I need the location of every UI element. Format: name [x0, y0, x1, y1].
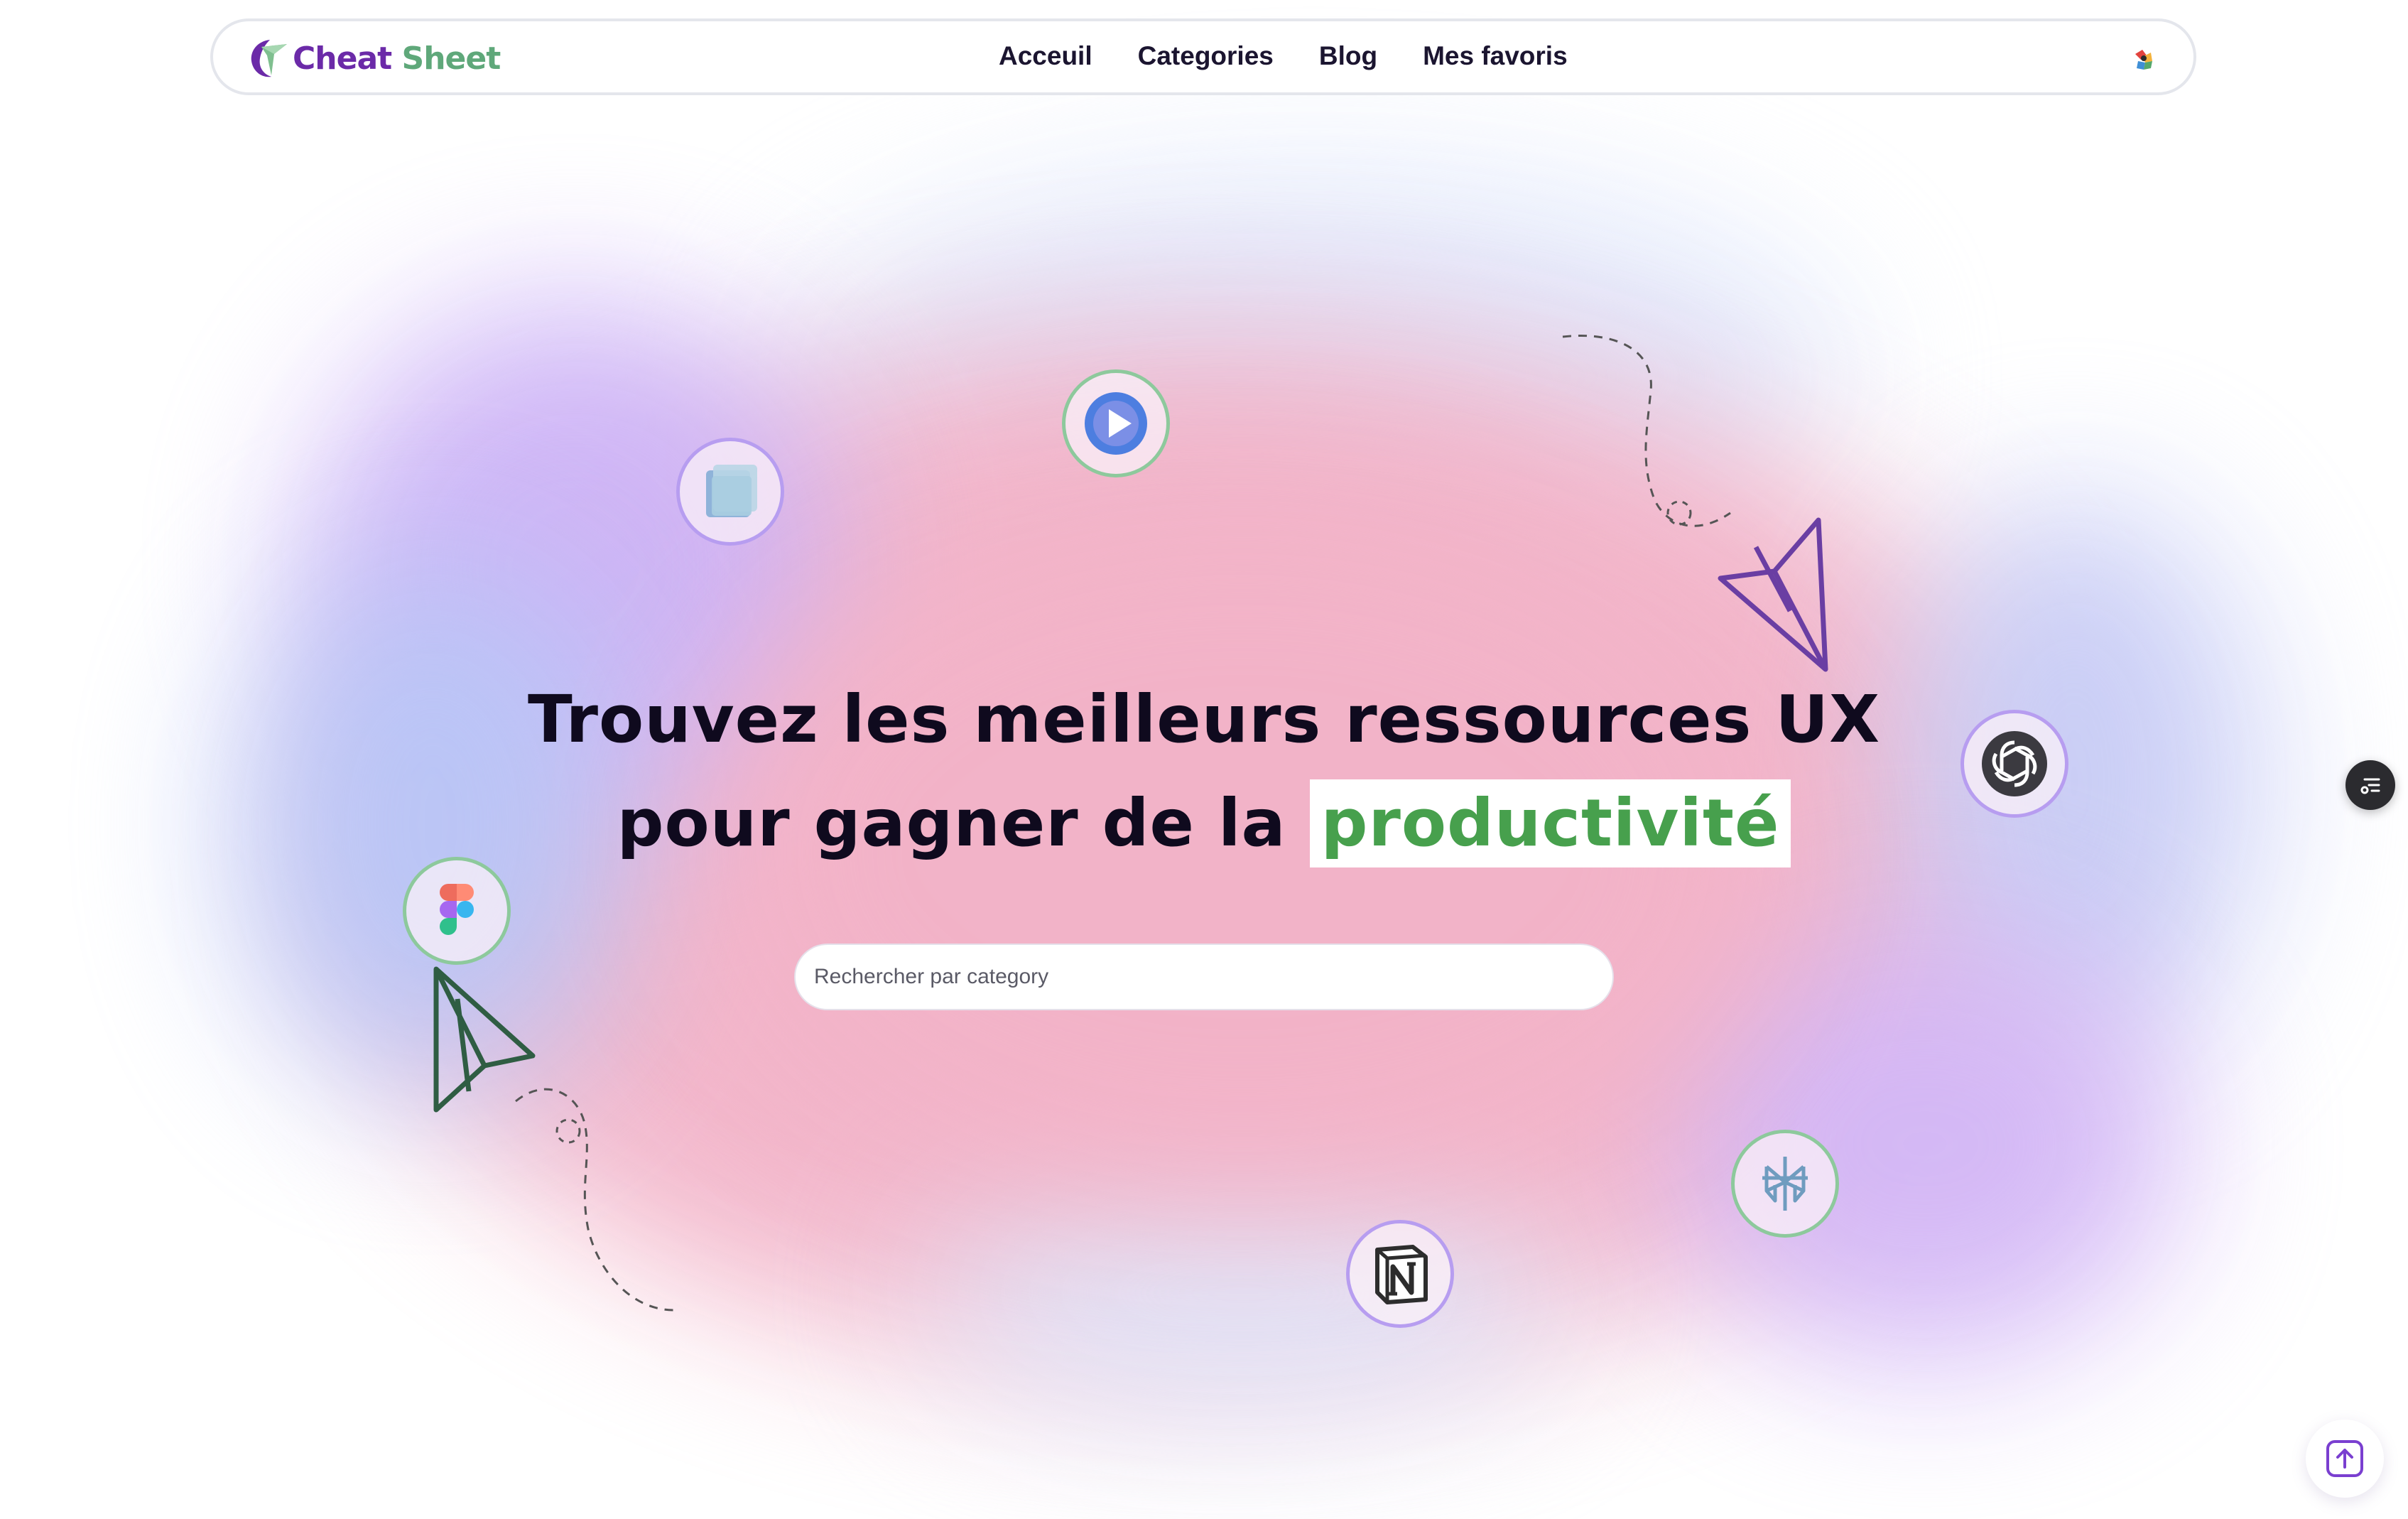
dashed-trail-bottom [515, 1088, 677, 1312]
play-video-app-icon [1085, 392, 1147, 455]
brand-name-part2: Sheet [401, 40, 501, 77]
background-blob [1669, 924, 2181, 1364]
openai-chatgpt-icon [1982, 731, 2047, 796]
figma-icon [440, 884, 474, 935]
tool-circle-figma[interactable] [403, 857, 511, 965]
perplexity-icon [1762, 1157, 1808, 1211]
list-settings-icon [2360, 778, 2380, 794]
nav-link-mes-favoris[interactable]: Mes favoris [1423, 41, 1568, 71]
tool-circle-glass-app[interactable] [676, 438, 784, 546]
brand-name: Cheat Sheet [293, 40, 501, 77]
brand-name-part1: Cheat [293, 40, 392, 77]
paper-plane-purple-icon [1718, 517, 1828, 672]
arrow-up-square-icon [2326, 1440, 2363, 1477]
cheat-sheet-logo-icon [251, 40, 287, 77]
nav-links: Acceuil Categories Blog Mes favoris [999, 41, 1568, 71]
glass-layers-app-icon [706, 465, 757, 517]
floating-menu-button[interactable] [2345, 760, 2395, 810]
navbar: Cheat Sheet Acceuil Categories Blog Mes … [210, 18, 2196, 95]
tool-circle-perplexity[interactable] [1731, 1130, 1839, 1238]
nav-link-categories[interactable]: Categories [1138, 41, 1274, 71]
brand-logo[interactable]: Cheat Sheet [247, 37, 501, 80]
tool-circle-openai[interactable] [1960, 710, 2068, 818]
search-input[interactable] [794, 944, 1614, 1010]
notion-icon [1375, 1245, 1428, 1304]
nav-link-blog[interactable]: Blog [1319, 41, 1377, 71]
hero-title-highlight: productivité [1309, 779, 1791, 867]
hero-title-line2-prefix: pour gagner de la [617, 785, 1286, 861]
tool-circle-play-app[interactable] [1062, 369, 1170, 477]
scroll-to-top-button[interactable] [2306, 1420, 2384, 1498]
user-avatar-icon[interactable] [2125, 40, 2162, 77]
background-blob [923, 1172, 1563, 1414]
nav-link-acceuil[interactable]: Acceuil [999, 41, 1092, 71]
tool-circle-notion[interactable] [1346, 1220, 1454, 1328]
page: Cheat Sheet Acceuil Categories Blog Mes … [0, 0, 2408, 1519]
